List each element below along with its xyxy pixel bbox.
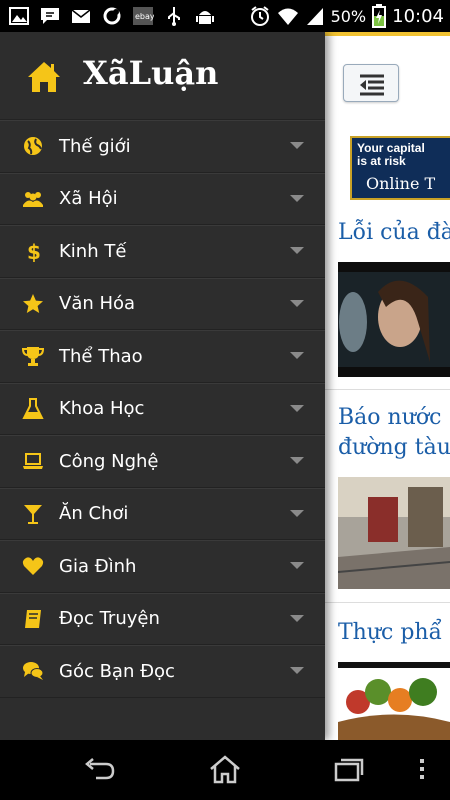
heart-icon [22,557,44,575]
signal-icon [306,8,323,25]
chevron-down-icon[interactable] [290,457,304,464]
menu-collapse-icon [360,74,384,96]
nav-label: Kinh Tế [59,240,127,262]
nav-label: Văn Hóa [59,293,136,315]
nav-label: Đọc Truyện [59,608,160,630]
drawer-toggle-button[interactable] [343,64,399,102]
nav-label: Khoa Học [59,398,145,420]
battery-icon [372,4,387,28]
overflow-menu-icon[interactable] [412,754,432,784]
vegetables-photo [338,662,450,740]
chevron-down-icon[interactable] [290,562,304,569]
comments-icon [23,662,44,680]
cocktail-icon [24,504,42,524]
nav-label: Xã Hội [59,188,118,210]
chevron-down-icon[interactable] [290,404,304,412]
divider [325,602,450,603]
article-title[interactable]: Lỗi của đà [338,218,450,248]
navigation-drawer: XãLuận Thế giới Xã Hội $ Kinh Tế Văn Hóa… [0,32,325,740]
category-list: Thế giới Xã Hội $ Kinh Tế Văn Hóa Thể Th… [0,120,325,698]
article-thumbnail[interactable] [338,477,450,589]
clock: 10:04 [392,5,444,27]
nav-label: Góc Bạn Đọc [59,660,175,682]
system-navigation-bar [0,740,450,800]
battery-percent: 50% [330,6,367,26]
nav-item-khoa-hoc[interactable]: Khoa Học [0,382,325,435]
article-feed: Your capital is at risk Online T Lỗi của … [325,32,450,740]
nav-item-xa-hoi[interactable]: Xã Hội [0,172,325,225]
ad-text-brand: Online T [366,174,436,193]
alarm-icon [250,6,269,26]
content-toolbar [325,32,450,132]
star-icon [23,293,43,313]
android-icon [196,11,214,24]
article-thumbnail[interactable] [338,662,450,740]
nav-item-kinh-te[interactable]: $ Kinh Tế [0,225,325,278]
chevron-down-icon[interactable] [290,667,304,674]
nav-label: Ăn Chơi [59,503,129,525]
recent-apps-icon[interactable] [333,754,367,784]
article-title-line1[interactable]: Báo nước [338,403,441,433]
back-icon[interactable] [82,754,116,784]
divider [325,389,450,390]
usb-icon [168,7,180,26]
article-thumbnail[interactable] [338,262,450,377]
svg-text:ebay: ebay [135,12,154,21]
dollar-icon: $ [27,240,41,262]
message-icon [41,8,59,24]
mail-icon [71,9,91,23]
flask-icon [22,397,44,419]
nav-item-van-hoa[interactable]: Văn Hóa [0,277,325,330]
sync-icon [103,7,121,25]
article-title-line2[interactable]: đường tàu [338,433,450,463]
chevron-down-icon[interactable] [290,614,304,622]
portrait-photo [338,262,450,377]
ad-text-line1: Your capital [357,141,425,155]
nav-item-the-gioi[interactable]: Thế giới [0,120,325,173]
status-bar: ebay 50% 10:04 [0,0,450,32]
ad-text-line2: is at risk [357,154,406,168]
people-icon [23,191,43,207]
globe-icon [24,137,42,155]
trophy-icon [22,347,44,366]
nav-label: Thế giới [59,135,131,157]
home-icon [28,62,60,92]
wifi-icon [277,8,298,25]
ad-banner[interactable]: Your capital is at risk Online T [350,136,450,200]
nav-label: Thể Thao [59,345,143,367]
nav-item-doc-truyen[interactable]: Đọc Truyện [0,592,325,645]
chevron-down-icon[interactable] [290,247,304,254]
street-photo [338,477,450,589]
article-title[interactable]: Thực phẩ [338,618,442,648]
nav-label: Công Nghệ [59,450,159,472]
home-button-icon[interactable] [208,754,242,784]
nav-item-cong-nghe[interactable]: Công Nghệ [0,435,325,488]
laptop-icon [23,453,43,469]
chevron-down-icon[interactable] [290,194,304,202]
drawer-header[interactable]: XãLuận [0,32,325,120]
chevron-down-icon[interactable] [290,142,304,149]
chevron-down-icon[interactable] [290,509,304,517]
nav-label: Gia Đình [59,555,137,577]
chevron-down-icon[interactable] [290,299,304,307]
nav-item-an-choi[interactable]: Ăn Chơi [0,487,325,540]
svg-text:$: $ [27,240,41,262]
gallery-icon [9,7,29,25]
ebay-icon: ebay [133,7,154,25]
nav-item-gia-dinh[interactable]: Gia Đình [0,540,325,593]
chevron-down-icon[interactable] [290,352,304,359]
nav-item-goc-ban-doc[interactable]: Góc Bạn Đọc [0,645,325,698]
book-icon [25,609,41,628]
app-brand: XãLuận [83,54,219,92]
nav-item-the-thao[interactable]: Thể Thao [0,330,325,383]
